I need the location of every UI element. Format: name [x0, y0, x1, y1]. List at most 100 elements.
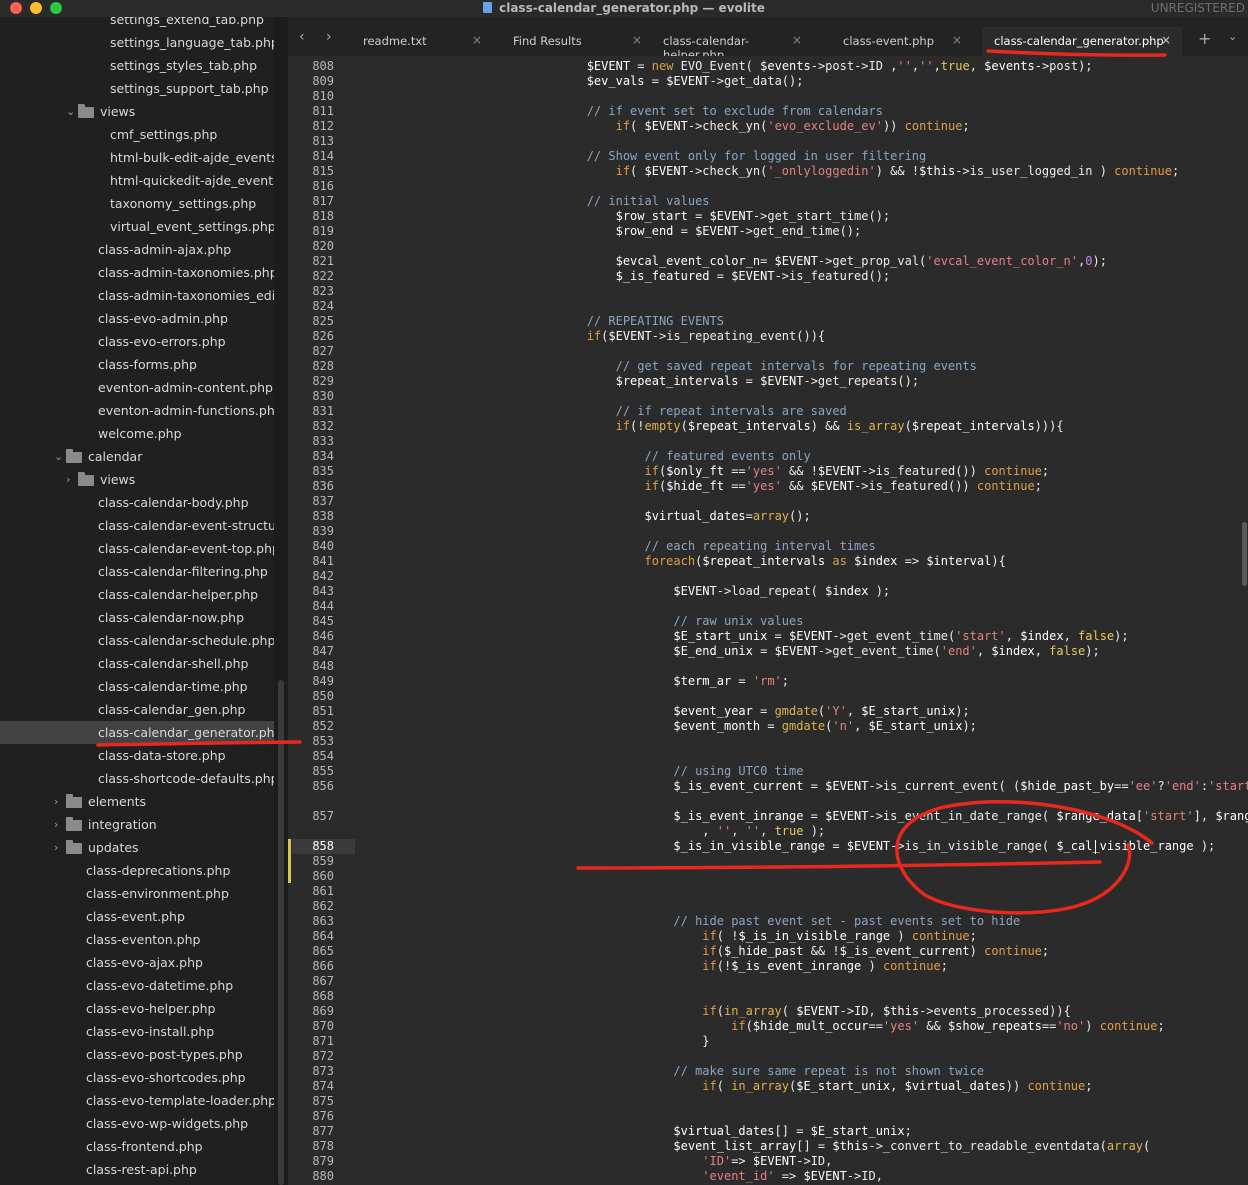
- sidebar-file-class-calendar-shell-php[interactable]: class-calendar-shell.php: [0, 652, 274, 675]
- code-line[interactable]: $event_year = gmdate('Y', $E_start_unix)…: [500, 704, 969, 719]
- sidebar-folder-calendar[interactable]: ⌄ calendar: [0, 445, 274, 468]
- code-line[interactable]: $ev_vals = $EVENT->get_data();: [500, 74, 804, 89]
- code-line[interactable]: $repeat_intervals = $EVENT->get_repeats(…: [500, 374, 919, 389]
- close-icon[interactable]: ×: [952, 33, 962, 47]
- code-line[interactable]: $EVENT = new EVO_Event( $events->post->I…: [500, 59, 1093, 74]
- chevron-right-icon[interactable]: ›: [326, 29, 332, 45]
- code-line[interactable]: $row_end = $EVENT->get_end_time();: [500, 224, 862, 239]
- code-line[interactable]: $event_list_array[] = $this->_convert_to…: [500, 1139, 1150, 1154]
- sidebar-folder-integration[interactable]: › integration: [0, 813, 274, 836]
- code-line[interactable]: // initial values: [500, 194, 710, 209]
- code-line[interactable]: 'event_id' => $EVENT->ID,: [500, 1169, 883, 1184]
- sidebar-file-class-evo-admin-php[interactable]: class-evo-admin.php: [0, 307, 274, 330]
- sidebar-file-class-shortcode-defaults-php[interactable]: class-shortcode-defaults.php: [0, 767, 274, 790]
- sidebar-file-class-calendar-filtering-php[interactable]: class-calendar-filtering.php: [0, 560, 274, 583]
- chevron-right-icon[interactable]: ›: [54, 790, 64, 813]
- code-line[interactable]: if($EVENT->is_repeating_event()){: [500, 329, 825, 344]
- code-editor[interactable]: 808 809 810 811 812 813 814 815 816 817 818 819 820 8…: [288, 56, 1248, 1185]
- sidebar-file-settings-language-tab-php[interactable]: settings_language_tab.php: [0, 31, 274, 54]
- sidebar-file-class-event-php[interactable]: class-event.php: [0, 905, 274, 928]
- tab-find-results[interactable]: Find Results ×: [500, 27, 648, 56]
- sidebar-file-settings-support-tab-php[interactable]: settings_support_tab.php: [0, 77, 274, 100]
- sidebar-file-class-admin-ajax-php[interactable]: class-admin-ajax.php: [0, 238, 274, 261]
- code-line[interactable]: if(!$_is_event_inrange ) continue;: [500, 959, 948, 974]
- sidebar-file-class-admin-taxonomies-editor[interactable]: class-admin-taxonomies_editor: [0, 284, 274, 307]
- code-line[interactable]: // featured events only: [500, 449, 811, 464]
- code-line[interactable]: $E_end_unix = $EVENT->get_event_time('en…: [500, 644, 1099, 659]
- code-line[interactable]: if(!empty($repeat_intervals) && is_array…: [500, 419, 1064, 434]
- sidebar-file-html-bulk-edit-ajde-events-p[interactable]: html-bulk-edit-ajde_events.p: [0, 146, 274, 169]
- code-line[interactable]: $EVENT->load_repeat( $index );: [500, 584, 890, 599]
- sidebar-file-class-calendar-now-php[interactable]: class-calendar-now.php: [0, 606, 274, 629]
- sidebar-file-taxonomy-settings-php[interactable]: taxonomy_settings.php: [0, 192, 274, 215]
- sidebar-file-class-evo-errors-php[interactable]: class-evo-errors.php: [0, 330, 274, 353]
- code-line[interactable]: $evcal_event_color_n= $EVENT->get_prop_v…: [500, 254, 1107, 269]
- editor-scrollbar[interactable]: [1242, 522, 1247, 586]
- sidebar-file-html-quickedit-ajde-events-p[interactable]: html-quickedit-ajde_events.p: [0, 169, 274, 192]
- sidebar-file-settings-extend-tab-php[interactable]: settings_extend_tab.php: [0, 17, 274, 31]
- chevron-right-icon[interactable]: ›: [54, 813, 64, 836]
- sidebar-file-class-calendar-time-php[interactable]: class-calendar-time.php: [0, 675, 274, 698]
- tab-class-event-php[interactable]: class-event.php ×: [830, 27, 968, 56]
- chevron-down-icon[interactable]: ⌄: [54, 445, 64, 468]
- close-icon[interactable]: ×: [1161, 33, 1171, 47]
- sidebar-file-class-evo-ajax-php[interactable]: class-evo-ajax.php: [0, 951, 274, 974]
- sidebar-folder-updates[interactable]: › updates: [0, 836, 274, 859]
- sidebar-file-class-calendar-gen-php[interactable]: class-calendar_gen.php: [0, 698, 274, 721]
- code-line[interactable]: if( in_array($E_start_unix, $virtual_dat…: [500, 1079, 1092, 1094]
- code-line[interactable]: // get saved repeat intervals for repeat…: [500, 359, 977, 374]
- tab-menu-chevron-down-icon[interactable]: ⌄: [1228, 30, 1237, 43]
- sidebar-file-class-calendar-helper-php[interactable]: class-calendar-helper.php: [0, 583, 274, 606]
- sidebar-file-tree[interactable]: settings_extend_tab.php settings_language…: [0, 17, 274, 1185]
- code-line[interactable]: $_is_event_current = $EVENT->is_current_…: [500, 779, 1248, 794]
- code-line[interactable]: // hide past event set - past events set…: [500, 914, 1020, 929]
- sidebar-file-class-admin-taxonomies-php[interactable]: class-admin-taxonomies.php: [0, 261, 274, 284]
- chevron-down-icon[interactable]: ⌄: [66, 100, 76, 123]
- sidebar-file-settings-styles-tab-php[interactable]: settings_styles_tab.php: [0, 54, 274, 77]
- sidebar-file-class-environment-php[interactable]: class-environment.php: [0, 882, 274, 905]
- code-line[interactable]: // if event set to exclude from calendar…: [500, 104, 883, 119]
- code-line[interactable]: if($_hide_past && !$_is_event_current) c…: [500, 944, 1049, 959]
- code-line[interactable]: // make sure same repeat is not shown tw…: [500, 1064, 984, 1079]
- sidebar-file-class-calendar-schedule-php[interactable]: class-calendar-schedule.php: [0, 629, 274, 652]
- sidebar-file-class-calendar-body-php[interactable]: class-calendar-body.php: [0, 491, 274, 514]
- tab-class-calendar-helper-php[interactable]: class-calendar-helper.php ×: [650, 27, 808, 62]
- sidebar-file-class-evo-helper-php[interactable]: class-evo-helper.php: [0, 997, 274, 1020]
- new-tab-button[interactable]: +: [1198, 29, 1211, 48]
- tab-class-calendar-generator-php[interactable]: class-calendar_generator.php ×: [982, 27, 1182, 56]
- sidebar-file-class-eventon-php[interactable]: class-eventon.php: [0, 928, 274, 951]
- sidebar-file-class-rest-api-php[interactable]: class-rest-api.php: [0, 1158, 274, 1181]
- sidebar-file-class-evo-install-php[interactable]: class-evo-install.php: [0, 1020, 274, 1043]
- code-line[interactable]: $virtual_dates=array();: [500, 509, 811, 524]
- code-line[interactable]: $row_start = $EVENT->get_start_time();: [500, 209, 891, 224]
- sidebar-folder-elements[interactable]: › elements: [0, 790, 274, 813]
- sidebar-file-cmf-settings-php[interactable]: cmf_settings.php: [0, 123, 274, 146]
- sidebar-folder-views[interactable]: ⌄ views: [0, 100, 274, 123]
- sidebar-scrollbar[interactable]: [278, 680, 284, 1185]
- sidebar-file-welcome-php[interactable]: welcome.php: [0, 422, 274, 445]
- sidebar-file-class-evo-datetime-php[interactable]: class-evo-datetime.php: [0, 974, 274, 997]
- code-line[interactable]: $virtual_dates[] = $E_start_unix;: [500, 1124, 911, 1139]
- code-line[interactable]: // Show event only for logged in user fi…: [500, 149, 927, 164]
- chevron-left-icon[interactable]: ‹: [299, 29, 305, 45]
- close-icon[interactable]: ×: [632, 33, 642, 47]
- code-line[interactable]: // if repeat intervals are saved: [500, 404, 847, 419]
- chevron-right-icon[interactable]: ›: [54, 836, 64, 859]
- code-line[interactable]: foreach($repeat_intervals as $index => $…: [500, 554, 1006, 569]
- close-icon[interactable]: ×: [792, 33, 802, 47]
- sidebar-file-class-evo-post-types-php[interactable]: class-evo-post-types.php: [0, 1043, 274, 1066]
- sidebar-file-class-calendar-event-structure[interactable]: class-calendar-event-structure: [0, 514, 274, 537]
- sidebar-file-class-calendar-generator-php[interactable]: class-calendar_generator.php: [0, 721, 274, 744]
- code-line[interactable]: $term_ar = 'rm';: [500, 674, 789, 689]
- code-line[interactable]: $_is_event_inrange = $EVENT->is_event_in…: [500, 809, 1248, 824]
- sidebar-file-class-evo-template-loader-php[interactable]: class-evo-template-loader.php: [0, 1089, 274, 1112]
- sidebar-file-class-evo-shortcodes-php[interactable]: class-evo-shortcodes.php: [0, 1066, 274, 1089]
- tab-readme-txt[interactable]: readme.txt ×: [350, 27, 488, 56]
- code-line[interactable]: $_is_in_visible_range = $EVENT->is_in_vi…: [500, 839, 1215, 854]
- code-line[interactable]: // REPEATING EVENTS: [500, 314, 724, 329]
- code-line[interactable]: if( !$_is_in_visible_range ) continue;: [500, 929, 977, 944]
- code-line[interactable]: if( $EVENT->check_yn('evo_exclude_ev')) …: [500, 119, 970, 134]
- sidebar-file-class-data-store-php[interactable]: class-data-store.php: [0, 744, 274, 767]
- sidebar-file-eventon-admin-content-php[interactable]: eventon-admin-content.php: [0, 376, 274, 399]
- code-line[interactable]: // each repeating interval times: [500, 539, 876, 554]
